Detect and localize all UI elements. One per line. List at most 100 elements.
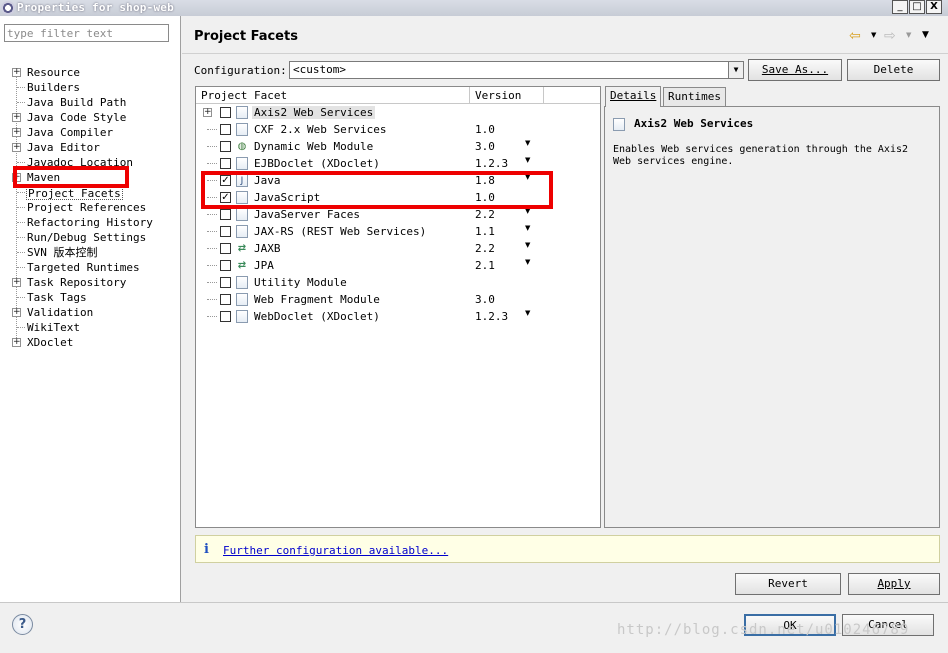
table-row[interactable]: ⇄ JPA 2.1 ▼ xyxy=(196,257,600,274)
column-separator[interactable] xyxy=(543,87,544,104)
tree-expand-icon[interactable]: + xyxy=(12,68,21,77)
tree-connector xyxy=(17,207,25,208)
maximize-button[interactable]: □ xyxy=(909,0,925,14)
facet-doc-icon xyxy=(236,293,248,306)
facet-checkbox[interactable] xyxy=(220,141,231,152)
help-icon[interactable]: ? xyxy=(12,614,33,635)
tree-expand-icon[interactable]: + xyxy=(12,128,21,137)
tree-item[interactable]: Task Tags xyxy=(27,290,87,305)
facet-doc-icon xyxy=(236,310,248,323)
back-arrow-icon[interactable]: ⇦ xyxy=(849,28,861,44)
facet-version: 3.0 xyxy=(475,293,495,306)
table-row[interactable]: Web Fragment Module 3.0 xyxy=(196,291,600,308)
tree-item[interactable]: Resource xyxy=(27,65,80,80)
version-dropdown-icon[interactable]: ▼ xyxy=(525,258,530,266)
facet-checkbox[interactable] xyxy=(220,243,231,254)
configuration-select[interactable]: <custom> ▼ xyxy=(289,61,744,79)
tree-expand-icon[interactable]: + xyxy=(12,278,21,287)
configuration-value: <custom> xyxy=(293,63,346,76)
column-header-project-facet[interactable]: Project Facet xyxy=(201,89,287,102)
delete-label: Delete xyxy=(873,63,914,76)
version-dropdown-icon[interactable]: ▼ xyxy=(525,156,530,164)
tree-item[interactable]: Java Code Style xyxy=(27,110,126,125)
tree-item[interactable]: Java Build Path xyxy=(27,95,126,110)
version-dropdown-icon[interactable]: ▼ xyxy=(525,241,530,249)
tab-details[interactable]: Details xyxy=(605,86,662,107)
facet-version[interactable]: 2.2 xyxy=(475,208,495,221)
table-row[interactable]: + Axis2 Web Services xyxy=(196,104,600,121)
filter-input[interactable] xyxy=(4,24,169,42)
view-menu-icon[interactable]: ▼ xyxy=(922,30,929,40)
tree-item[interactable]: Validation xyxy=(27,305,93,320)
tree-connector xyxy=(207,282,217,283)
table-row[interactable]: JAX-RS (REST Web Services) 1.1 ▼ xyxy=(196,223,600,240)
table-row[interactable]: ◍ Dynamic Web Module 3.0 ▼ xyxy=(196,138,600,155)
further-configuration-link[interactable]: Further configuration available... xyxy=(223,544,448,557)
table-row[interactable]: EJBDoclet (XDoclet) 1.2.3 ▼ xyxy=(196,155,600,172)
facet-name: Utility Module xyxy=(254,276,347,289)
tree-item[interactable]: WikiText xyxy=(27,320,80,335)
facet-version[interactable]: 2.2 xyxy=(475,242,495,255)
tab-runtimes[interactable]: Runtimes xyxy=(663,87,726,107)
column-header-version[interactable]: Version xyxy=(475,89,521,102)
facet-checkbox[interactable] xyxy=(220,124,231,135)
chevron-down-icon[interactable]: ▼ xyxy=(728,62,743,78)
forward-dropdown-icon[interactable]: ▼ xyxy=(906,31,911,39)
facet-version[interactable]: 2.1 xyxy=(475,259,495,272)
highlight-box-project-facets xyxy=(13,166,129,188)
facet-checkbox[interactable] xyxy=(220,209,231,220)
tree-item[interactable]: XDoclet xyxy=(27,335,73,350)
facet-doc-icon xyxy=(236,208,248,221)
table-row[interactable]: ⇄ JAXB 2.2 ▼ xyxy=(196,240,600,257)
table-row[interactable]: Utility Module xyxy=(196,274,600,291)
tree-item[interactable]: Java Editor xyxy=(27,140,100,155)
table-row[interactable]: CXF 2.x Web Services 1.0 xyxy=(196,121,600,138)
forward-arrow-icon[interactable]: ⇨ xyxy=(884,28,896,44)
tree-item[interactable]: Builders xyxy=(27,80,80,95)
tree-item[interactable]: Targeted Runtimes xyxy=(27,260,140,275)
version-dropdown-icon[interactable]: ▼ xyxy=(525,309,530,317)
facet-checkbox[interactable] xyxy=(220,294,231,305)
save-as-button[interactable]: Save As... xyxy=(748,59,842,81)
table-row[interactable]: WebDoclet (XDoclet) 1.2.3 ▼ xyxy=(196,308,600,325)
version-dropdown-icon[interactable]: ▼ xyxy=(525,139,530,147)
project-facets-table[interactable]: Project Facet Version + Axis2 Web Service… xyxy=(195,86,601,528)
facet-version[interactable]: 3.0 xyxy=(475,140,495,153)
version-dropdown-icon[interactable]: ▼ xyxy=(525,224,530,232)
tree-expand-icon[interactable]: + xyxy=(12,143,21,152)
delete-button[interactable]: Delete xyxy=(847,59,940,81)
facet-version[interactable]: 1.1 xyxy=(475,225,495,238)
tree-expand-icon[interactable]: + xyxy=(12,113,21,122)
tree-connector xyxy=(207,265,217,266)
tree-item[interactable]: Task Repository xyxy=(27,275,126,290)
tree-expand-icon[interactable]: + xyxy=(12,338,21,347)
column-separator[interactable] xyxy=(469,87,470,104)
tree-item[interactable]: Refactoring History xyxy=(27,215,153,230)
facet-doc-icon xyxy=(236,225,248,238)
revert-button[interactable]: Revert xyxy=(735,573,841,595)
tree-item[interactable]: Project References xyxy=(27,200,146,215)
expand-icon[interactable]: + xyxy=(203,108,212,117)
tree-item[interactable]: SVN 版本控制 xyxy=(27,245,98,260)
save-as-label: Save As... xyxy=(761,63,829,76)
facet-version[interactable]: 1.2.3 xyxy=(475,310,508,323)
facet-name: CXF 2.x Web Services xyxy=(254,123,387,136)
facet-checkbox[interactable] xyxy=(220,311,231,322)
tree-item[interactable]: Java Compiler xyxy=(27,125,113,140)
facet-version[interactable]: 1.2.3 xyxy=(475,157,508,170)
facet-checkbox[interactable] xyxy=(220,158,231,169)
facet-checkbox[interactable] xyxy=(220,107,231,118)
close-button[interactable]: X xyxy=(926,0,942,14)
facet-checkbox[interactable] xyxy=(220,277,231,288)
facet-doc-icon xyxy=(236,123,248,136)
apply-button[interactable]: Apply xyxy=(848,573,940,595)
tree-expand-icon[interactable]: + xyxy=(12,308,21,317)
tree-connector xyxy=(17,102,25,103)
facet-checkbox[interactable] xyxy=(220,260,231,271)
tree-item[interactable]: Run/Debug Settings xyxy=(27,230,146,245)
back-dropdown-icon[interactable]: ▼ xyxy=(871,31,876,39)
facet-checkbox[interactable] xyxy=(220,226,231,237)
info-bar: i Further configuration available... xyxy=(195,535,940,563)
configuration-label: Configuration: xyxy=(194,64,287,77)
minimize-button[interactable]: _ xyxy=(892,0,908,14)
